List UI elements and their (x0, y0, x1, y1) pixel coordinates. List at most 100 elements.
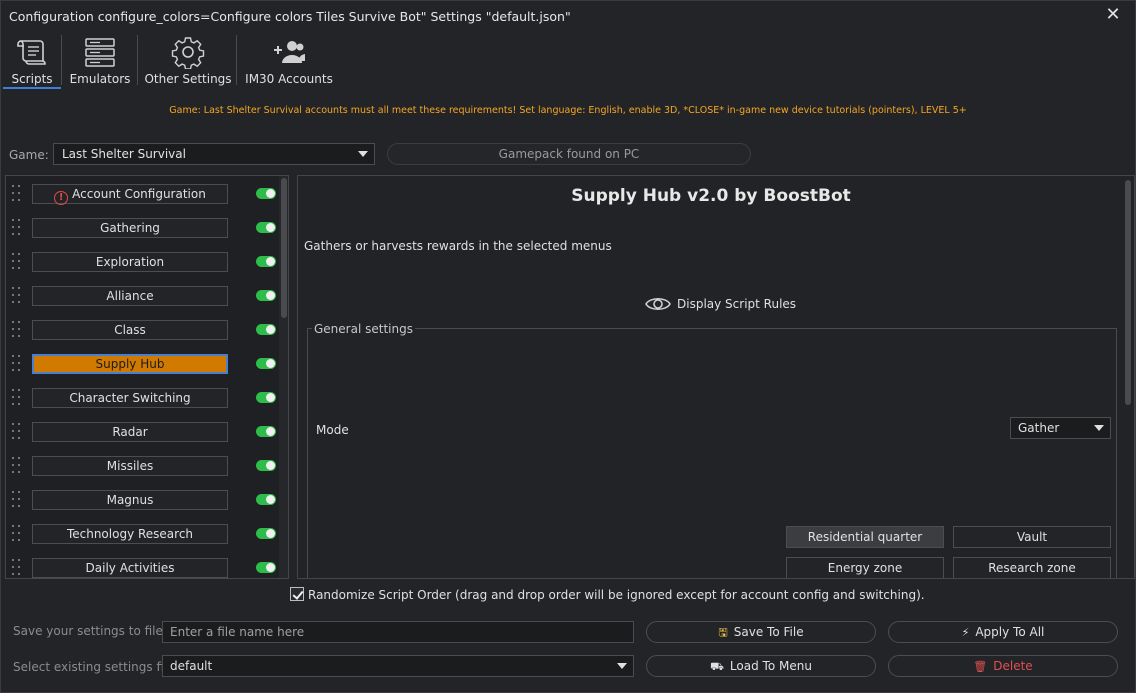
script-row: Alliance (6, 278, 278, 312)
script-enabled-toggle[interactable] (256, 528, 276, 539)
requirements-notice: Game: Last Shelter Survival accounts mus… (169, 105, 967, 116)
users-add-icon (274, 41, 305, 63)
game-label: Game: (9, 148, 49, 162)
script-button[interactable]: Character Switching (32, 388, 228, 408)
script-enabled-toggle[interactable] (256, 392, 276, 403)
script-button[interactable]: Radar (32, 422, 228, 442)
script-button[interactable]: Missiles (32, 456, 228, 476)
settings-file-select[interactable]: default (162, 655, 634, 677)
save-to-file-button[interactable]: 🖫 Save To File (646, 621, 876, 643)
script-button-label: Alliance (106, 289, 154, 303)
script-button-label: Character Switching (69, 391, 191, 405)
lightning-icon: ⚡ (961, 626, 970, 639)
script-row: ! Account Configuration (6, 176, 278, 210)
zone-residential-quarter-button[interactable]: Residential quarter (786, 526, 944, 548)
tab-scripts-label: Scripts (11, 72, 53, 86)
script-enabled-toggle[interactable] (256, 460, 276, 471)
script-enabled-toggle[interactable] (256, 562, 276, 573)
save-to-file-label: Save To File (733, 625, 804, 639)
script-button[interactable]: Supply Hub (32, 354, 228, 374)
script-list: ! Account Configuration Gathering Explorati… (5, 175, 289, 579)
script-button[interactable]: Technology Research (32, 524, 228, 544)
drag-handle-icon[interactable] (12, 559, 22, 577)
load-to-menu-button[interactable]: ⛟ Load To Menu (646, 655, 876, 677)
script-enabled-toggle[interactable] (256, 426, 276, 437)
file-name-input[interactable] (162, 621, 634, 643)
script-enabled-toggle[interactable] (256, 358, 276, 369)
tab-divider (137, 35, 138, 85)
script-button[interactable]: Magnus (32, 490, 228, 510)
script-enabled-toggle[interactable] (256, 324, 276, 335)
zone-research-zone-button[interactable]: Research zone (953, 557, 1111, 578)
tab-emulators[interactable]: Emulators (67, 31, 133, 89)
drag-handle-icon[interactable] (12, 287, 22, 305)
script-button[interactable]: Class (32, 320, 228, 340)
gamepack-status: Gamepack found on PC (387, 143, 751, 165)
general-settings-group: General settings Mode Gather Residential… (307, 322, 1117, 578)
drag-handle-icon[interactable] (12, 389, 22, 407)
scrollbar-thumb[interactable] (281, 178, 287, 318)
configuration-window: Configuration configure_colors=Configure… (0, 0, 1136, 693)
drag-handle-icon[interactable] (12, 253, 22, 271)
script-row: Character Switching (6, 380, 278, 414)
load-to-menu-label: Load To Menu (729, 659, 812, 673)
randomize-checkbox[interactable] (290, 587, 304, 601)
script-button-label: Supply Hub (95, 357, 165, 371)
drag-handle-icon[interactable] (12, 185, 22, 203)
script-button[interactable]: Daily Activities (32, 558, 228, 578)
delete-label: Delete (993, 659, 1033, 673)
save-settings-label: Save your settings to file (13, 624, 163, 638)
script-button-label: Gathering (100, 221, 160, 235)
tab-emulators-label: Emulators (69, 72, 131, 86)
close-icon[interactable]: ✕ (1103, 5, 1123, 25)
chevron-down-icon (617, 663, 627, 669)
zone-energy-zone-button[interactable]: Energy zone (786, 557, 944, 578)
scrollbar-thumb[interactable] (1125, 180, 1131, 405)
detail-scrollbar[interactable] (1124, 178, 1132, 578)
zone-vault-button[interactable]: Vault (953, 526, 1111, 548)
tab-im30-accounts-label: IM30 Accounts (245, 72, 333, 86)
floppy-disk-icon: 🖫 (718, 626, 728, 639)
script-row: Exploration (6, 244, 278, 278)
delete-button[interactable]: 🗑 Delete (888, 655, 1118, 677)
drag-handle-icon[interactable] (12, 219, 22, 237)
window-title: Configuration configure_colors=Configure… (9, 9, 571, 24)
script-enabled-toggle[interactable] (256, 494, 276, 505)
tab-other-settings[interactable]: Other Settings (143, 31, 233, 89)
script-button[interactable]: Exploration (32, 252, 228, 272)
tab-other-settings-label: Other Settings (144, 72, 232, 86)
drag-handle-icon[interactable] (12, 321, 22, 339)
script-button-label: Class (114, 323, 146, 337)
settings-file-select-value: default (170, 659, 213, 673)
script-enabled-toggle[interactable] (256, 222, 276, 233)
script-button[interactable]: ! Account Configuration (32, 184, 228, 205)
script-button-label: Radar (112, 425, 148, 439)
script-button[interactable]: Alliance (32, 286, 228, 306)
script-enabled-toggle[interactable] (256, 188, 276, 199)
tab-scripts[interactable]: Scripts (3, 31, 61, 89)
script-enabled-toggle[interactable] (256, 256, 276, 267)
gear-icon (171, 37, 205, 69)
script-row: Daily Activities (6, 550, 278, 578)
script-button[interactable]: Gathering (32, 218, 228, 238)
drag-handle-icon[interactable] (12, 525, 22, 543)
drag-handle-icon[interactable] (12, 423, 22, 441)
script-enabled-toggle[interactable] (256, 290, 276, 301)
drag-handle-icon[interactable] (12, 491, 22, 509)
drag-handle-icon[interactable] (12, 457, 22, 475)
drag-handle-icon[interactable] (12, 355, 22, 373)
script-list-scrollbar[interactable] (279, 176, 288, 578)
mode-select[interactable]: Gather (1010, 417, 1111, 439)
select-settings-label: Select existing settings file (13, 660, 175, 674)
game-select[interactable]: Last Shelter Survival (53, 143, 375, 165)
mode-label: Mode (316, 423, 349, 437)
title-bar: Configuration configure_colors=Configure… (1, 1, 1135, 31)
script-row: Missiles (6, 448, 278, 482)
script-button-label: Exploration (95, 255, 165, 269)
script-button-label: Magnus (106, 493, 154, 507)
apply-to-all-button[interactable]: ⚡ Apply To All (888, 621, 1118, 643)
scroll-icon (17, 40, 46, 65)
tab-im30-accounts[interactable]: IM30 Accounts (241, 31, 337, 89)
script-row: Magnus (6, 482, 278, 516)
main-tabs: Scripts Emulators Other Settings IM30 Ac… (1, 31, 1135, 89)
